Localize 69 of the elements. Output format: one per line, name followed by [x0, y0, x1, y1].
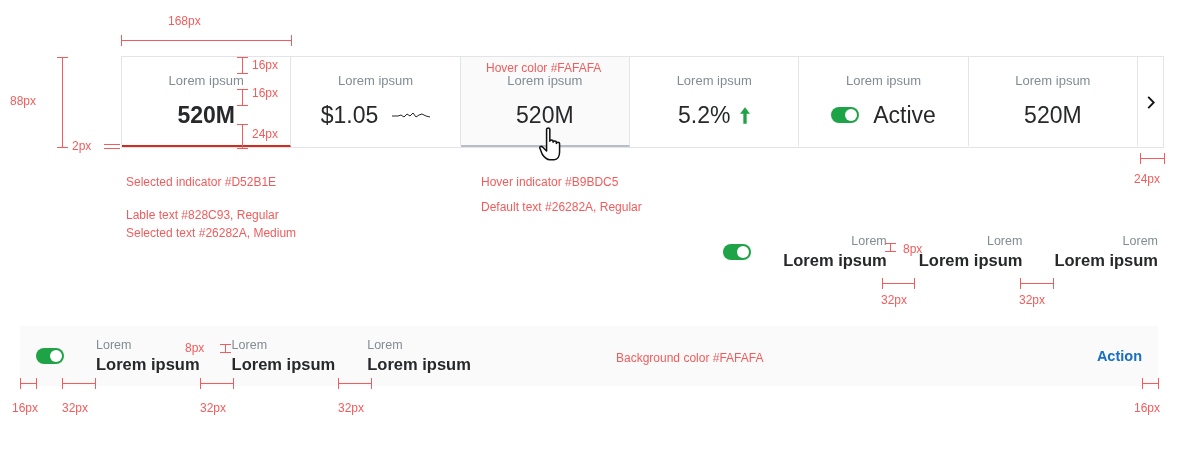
dimension-label: 16px [1134, 401, 1161, 415]
tile-value: 5.2% [678, 101, 731, 129]
dimension-line [237, 57, 248, 74]
stat-value: Lorem ipsum [367, 355, 471, 374]
toggle-switch[interactable] [723, 244, 752, 260]
spec-note: Lable text #828C93, Regular [126, 208, 279, 222]
spec-note: Selected indicator #D52B1E [126, 175, 277, 189]
dimension-line [885, 243, 896, 252]
tile-label: Lorem ipsum [676, 73, 752, 89]
stat-value: Lorem ipsum [1054, 251, 1158, 270]
dimension-label: 2px [72, 139, 92, 153]
toggle-switch[interactable] [36, 348, 64, 364]
spec-note: Background color #FAFAFA [616, 351, 764, 365]
dimension-line [237, 124, 248, 149]
sparkline-drawing [392, 110, 431, 120]
tile-label: Lorem ipsum [168, 73, 244, 89]
dimension-line [62, 378, 96, 389]
chevron-right-icon [1146, 95, 1155, 109]
tile-value: 520M [1024, 101, 1082, 129]
spec-note: Default text #26282A, Regular [481, 200, 642, 214]
dimension-label: 8px [903, 242, 923, 256]
tile-value: $1.05 [320, 101, 379, 129]
stat-label: Lorem [1122, 234, 1158, 249]
dimension-label: 32px [62, 401, 89, 415]
stat-label: Lorem [231, 338, 268, 353]
stat-value: Lorem ipsum [783, 251, 887, 270]
stat-value: Lorem ipsum [96, 355, 200, 374]
spec-note: Hover color #FAFAFA [486, 61, 602, 75]
dimension-label: 8px [185, 341, 205, 355]
stat-value: Lorem ipsum [231, 355, 336, 374]
dimension-label: 24px [1134, 172, 1161, 186]
dimension-line [200, 378, 234, 389]
tile-value: 520M [177, 101, 235, 129]
dimension-line [20, 378, 37, 389]
stat-label: Lorem [851, 234, 887, 249]
dimension-label: 16px [12, 401, 39, 415]
dimension-label: 88px [10, 94, 37, 108]
spec-note: Hover indicator #B9BDC5 [481, 175, 619, 189]
dimension-line [1140, 153, 1165, 164]
dimension-label: 168px [168, 14, 201, 28]
tile-value: Active [873, 101, 936, 129]
stat-label: Lorem [367, 338, 403, 353]
dimension-label: 32px [338, 401, 365, 415]
dimension-line [1142, 378, 1159, 389]
dimension-label: 32px [1019, 293, 1046, 307]
dimension-line [220, 344, 231, 353]
dimension-label: 32px [881, 293, 908, 307]
dimension-line [237, 89, 248, 106]
stat-label: Lorem [986, 234, 1023, 249]
metric-tile[interactable]: Lorem ipsum 5.2% [630, 57, 800, 147]
spec-note: Selected text #26282A, Medium [126, 226, 297, 240]
metric-tile[interactable]: Lorem ipsum Active [799, 57, 969, 147]
action-link[interactable]: Action [1096, 348, 1142, 364]
dimension-label: 16px [252, 86, 279, 100]
tile-label: Lorem ipsum [845, 73, 922, 89]
dimension-line [338, 378, 372, 389]
dimension-line [1020, 278, 1054, 289]
tile-label: Lorem ipsum [1015, 73, 1091, 89]
dimension-label: 16px [252, 58, 279, 72]
dimension-label: 24px [252, 127, 279, 141]
toggle-switch[interactable] [831, 107, 860, 123]
metric-tile[interactable]: Lorem ipsum $1.05 [291, 57, 461, 147]
stat-label: Lorem [96, 338, 132, 353]
tile-label: Lorem ipsum [507, 73, 583, 89]
tile-value: 520M [516, 101, 574, 129]
dimension-line [882, 278, 915, 289]
dimension-label: 32px [200, 401, 227, 415]
tile-label: Lorem ipsum [337, 73, 414, 89]
dimension-line [104, 144, 120, 149]
